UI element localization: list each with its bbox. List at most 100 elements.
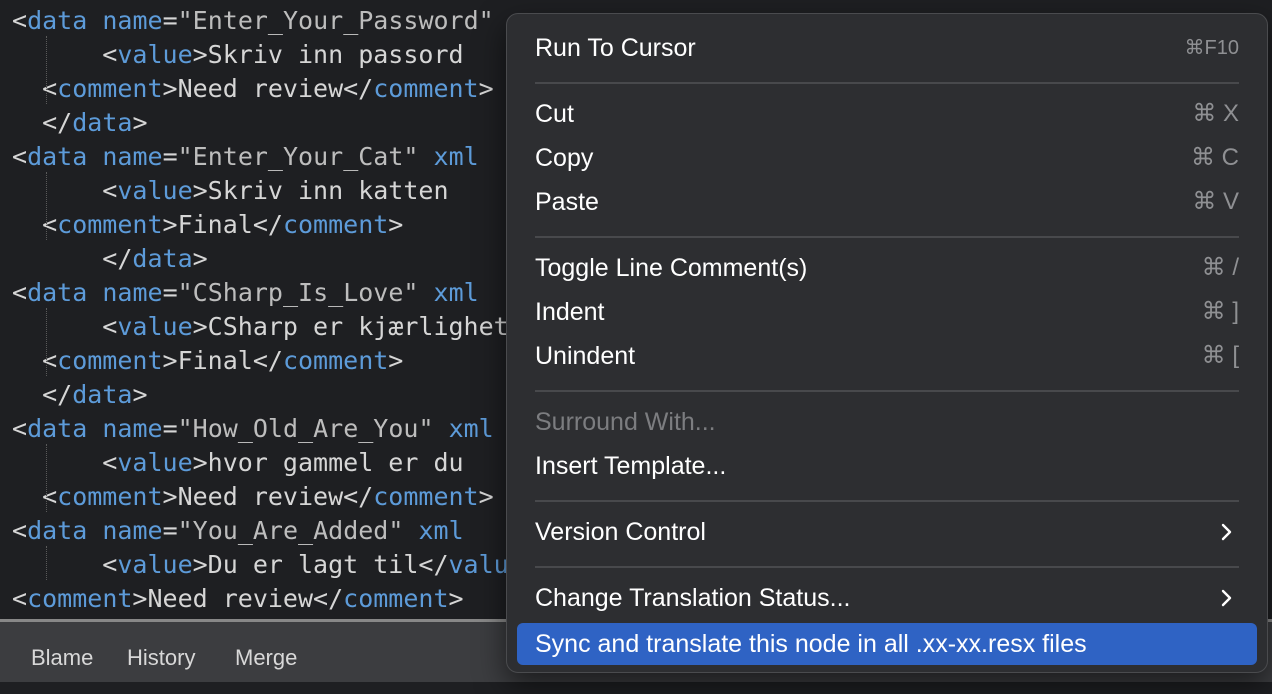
code-line[interactable]: <value>CSharp er kjærlighet: [12, 310, 508, 344]
code-text: <: [12, 74, 58, 103]
code-line[interactable]: <value>Skriv inn passord: [12, 38, 463, 72]
code-line[interactable]: <comment>Need review</comment>: [12, 480, 494, 514]
code-line[interactable]: <value>Du er lagt til</value: [12, 548, 523, 582]
menu-separator: [535, 566, 1239, 568]
code-line[interactable]: <comment>Final</comment>: [12, 208, 403, 242]
code-text: >: [388, 210, 404, 239]
code-keyword: name: [102, 414, 163, 443]
code-line[interactable]: </data>: [12, 242, 207, 276]
code-text: =: [162, 516, 178, 545]
code-keyword: data: [27, 142, 88, 171]
code-line[interactable]: <data name="Enter_Your_Cat" xml: [12, 140, 479, 174]
menu-item-label: Copy: [535, 144, 594, 172]
code-line[interactable]: <data name="How_Old_Are_You" xml: [12, 412, 494, 446]
code-text: <: [12, 482, 58, 511]
code-line[interactable]: <data name="You_Are_Added" xml: [12, 514, 464, 548]
code-text: >Skriv inn katten: [192, 176, 449, 205]
menu-item-indent[interactable]: Indent ⌘ ]: [517, 293, 1257, 331]
code-keyword: comment: [343, 584, 449, 613]
code-keyword: data: [27, 414, 88, 443]
code-line[interactable]: <data name="Enter_Your_Password": [12, 4, 494, 38]
code-keyword: name: [102, 142, 163, 171]
code-string: "How_Old_Are_You": [177, 414, 434, 443]
code-line[interactable]: <comment>Need review</comment>: [12, 72, 494, 106]
menu-item-shortcut: ⌘ [: [1201, 342, 1239, 369]
code-keyword: data: [72, 108, 133, 137]
menu-item-sync-and-translate-this-node-in-all-xx-x[interactable]: Sync and translate this node in all .xx-…: [517, 623, 1257, 665]
code-text: >: [478, 482, 494, 511]
code-keyword: xml: [448, 414, 494, 443]
code-line[interactable]: <value>Skriv inn katten: [12, 174, 449, 208]
menu-item-shortcut: ⌘ ]: [1201, 298, 1239, 325]
indent-guide: [46, 546, 47, 580]
code-keyword: name: [102, 6, 163, 35]
code-keyword: data: [27, 6, 88, 35]
menu-item-shortcut: ⌘F10: [1184, 37, 1239, 59]
code-text: >: [132, 380, 148, 409]
code-text: >Need review</: [132, 584, 344, 613]
code-string: "CSharp_Is_Love": [177, 278, 419, 307]
code-text: <: [12, 278, 28, 307]
code-keyword: name: [102, 516, 163, 545]
code-line[interactable]: </data>: [12, 106, 147, 140]
menu-item-label: Cut: [535, 100, 574, 128]
menu-item-label: Surround With...: [535, 408, 716, 436]
chevron-right-icon: [1221, 523, 1232, 541]
code-string: "You_Are_Added": [177, 516, 404, 545]
code-keyword: name: [102, 278, 163, 307]
code-text: <: [12, 448, 118, 477]
menu-item-label: Version Control: [535, 518, 706, 546]
tab-blame[interactable]: Blame: [31, 622, 93, 682]
code-line[interactable]: </data>: [12, 378, 148, 412]
code-text: >: [388, 346, 404, 375]
code-text: >Need review</: [162, 74, 374, 103]
tab-history[interactable]: History: [127, 622, 195, 682]
menu-item-toggle-line-comment-s[interactable]: Toggle Line Comment(s) ⌘ /: [517, 249, 1257, 287]
code-line[interactable]: <comment>Need review</comment>: [12, 582, 464, 616]
code-text: =: [162, 6, 178, 35]
chevron-right-icon: [1221, 589, 1232, 607]
code-keyword: comment: [27, 584, 133, 613]
menu-item-paste[interactable]: Paste ⌘ V: [517, 183, 1257, 221]
menu-item-insert-template[interactable]: Insert Template...: [517, 447, 1257, 485]
indent-guide: [46, 308, 47, 376]
code-line[interactable]: <value>hvor gammel er du: [12, 446, 463, 480]
code-text: <: [12, 176, 118, 205]
menu-item-version-control[interactable]: Version Control: [517, 513, 1257, 551]
indent-guide: [46, 444, 47, 512]
code-keyword: data: [72, 380, 133, 409]
code-line[interactable]: <data name="CSharp_Is_Love" xml: [12, 276, 479, 310]
code-string: "Enter_Your_Cat": [177, 142, 419, 171]
code-keyword: data: [27, 516, 88, 545]
menu-item-change-translation-status[interactable]: Change Translation Status...: [517, 579, 1257, 617]
code-text: <: [12, 584, 28, 613]
code-text: =: [162, 142, 178, 171]
menu-item-cut[interactable]: Cut ⌘ X: [517, 95, 1257, 133]
code-text: <: [12, 346, 58, 375]
code-keyword: value: [117, 176, 193, 205]
menu-item-copy[interactable]: Copy ⌘ C: [517, 139, 1257, 177]
code-line[interactable]: <comment>Final</comment>: [12, 344, 403, 378]
code-keyword: comment: [282, 346, 389, 375]
code-text: <: [12, 550, 118, 579]
code-text: =: [162, 414, 178, 443]
menu-item-label: Paste: [535, 188, 599, 216]
code-keyword: comment: [373, 482, 479, 511]
menu-item-label: Change Translation Status...: [535, 584, 851, 612]
tab-merge[interactable]: Merge: [235, 622, 297, 682]
menu-item-shortcut: ⌘ /: [1201, 254, 1239, 281]
code-text: >Final</: [162, 346, 283, 375]
menu-item-surround-with: Surround With...: [517, 403, 1257, 441]
code-keyword: comment: [57, 210, 163, 239]
menu-item-unindent[interactable]: Unindent ⌘ [: [517, 337, 1257, 375]
menu-separator: [535, 500, 1239, 502]
code-keyword: value: [117, 448, 193, 477]
code-keyword: comment: [57, 346, 163, 375]
menu-item-run-to-cursor[interactable]: Run To Cursor ⌘F10: [517, 29, 1257, 67]
code-keyword: comment: [57, 482, 163, 511]
menu-item-label: Insert Template...: [535, 452, 727, 480]
code-text: </: [12, 244, 133, 273]
